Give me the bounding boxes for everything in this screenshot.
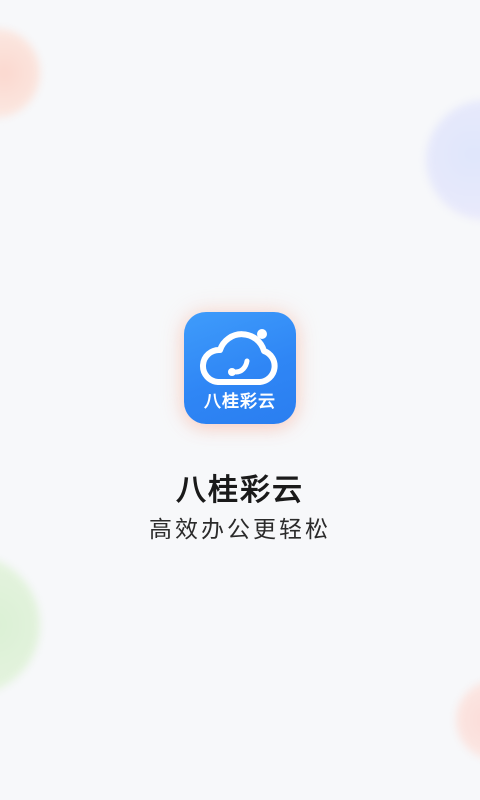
- decorative-blob-bottom-right: [456, 680, 480, 760]
- app-title: 八桂彩云: [176, 473, 304, 508]
- cloud-logo-icon: [200, 329, 278, 385]
- decorative-blob-top-left: [0, 28, 40, 118]
- app-slogan: 高效办公更轻松: [149, 517, 331, 543]
- decorative-blob-bottom-left: [0, 555, 40, 695]
- decorative-blob-top-right: [426, 100, 480, 220]
- splash-screen: 八桂彩云 八桂彩云 高效办公更轻松: [0, 0, 480, 800]
- app-logo: 八桂彩云: [184, 312, 296, 424]
- logo-caption: 八桂彩云: [204, 392, 276, 412]
